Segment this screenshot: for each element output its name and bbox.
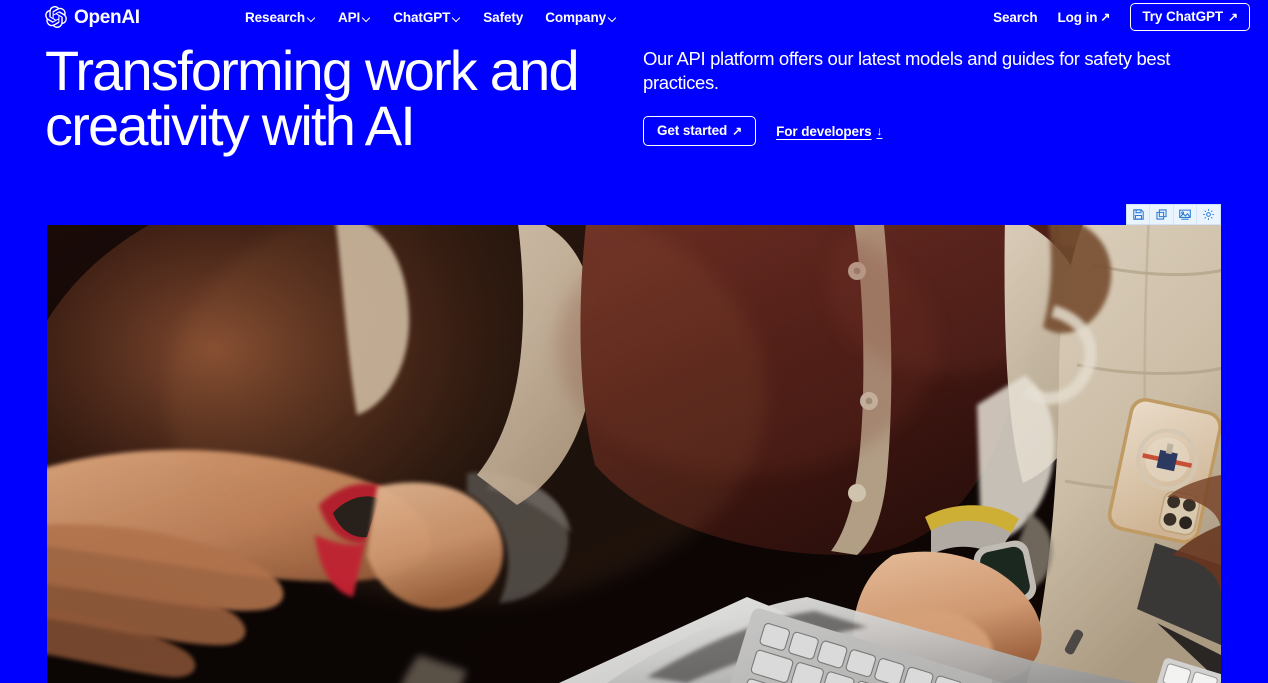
nav-item-chatgpt-label: ChatGPT	[393, 9, 451, 25]
arrow-up-right-icon: ↗	[1228, 9, 1238, 24]
try-chatgpt-label: Try ChatGPT	[1142, 9, 1224, 24]
gear-settings-icon	[1202, 208, 1215, 221]
openai-blossom-logo-icon	[45, 6, 67, 28]
arrow-up-right-icon: ↗	[1100, 10, 1111, 24]
hero-section: Transforming work and creativity with AI…	[0, 34, 1268, 225]
chevron-down-icon	[609, 14, 617, 22]
nav-item-safety[interactable]: Safety	[483, 10, 523, 25]
hero-subheadline: Our API platform offers our latest model…	[643, 48, 1171, 93]
page-title: Transforming work and creativity with AI	[45, 39, 580, 157]
get-started-button[interactable]: Get started ↗	[643, 116, 757, 146]
try-chatgpt-button[interactable]: Try ChatGPT ↗	[1130, 3, 1250, 31]
nav-item-company-label: Company	[545, 9, 607, 25]
nav-item-safety-label: Safety	[483, 9, 524, 25]
save-floppy-icon	[1132, 208, 1145, 221]
browser-extension-toolbar	[1126, 204, 1221, 225]
capture-image-button[interactable]	[1174, 205, 1197, 224]
nav-item-company[interactable]: Company	[545, 10, 617, 25]
hero-right-column: Our API platform offers our latest model…	[643, 47, 1223, 146]
nav-right-actions: Search Log in ↗ Try ChatGPT ↗	[993, 0, 1250, 34]
chevron-down-icon	[363, 14, 371, 22]
search-button[interactable]: Search	[993, 9, 1038, 25]
copy-duplicate-icon	[1155, 208, 1168, 221]
nav-item-api-label: API	[338, 9, 361, 25]
nav-item-research[interactable]: Research	[245, 10, 316, 25]
top-navigation-bar: OpenAI Research API ChatGPT Safety Compa…	[0, 0, 1268, 34]
chevron-down-icon	[453, 14, 461, 22]
for-developers-link[interactable]: For developers ↓	[776, 124, 882, 139]
login-label: Log in	[1057, 9, 1098, 25]
nav-item-research-label: Research	[245, 9, 305, 25]
get-started-label: Get started	[657, 123, 728, 138]
nav-item-api[interactable]: API	[338, 10, 371, 25]
nav-item-chatgpt[interactable]: ChatGPT	[393, 10, 461, 25]
image-capture-icon	[1178, 208, 1192, 221]
for-developers-label: For developers	[776, 123, 872, 139]
arrow-down-icon: ↓	[876, 124, 883, 138]
login-link[interactable]: Log in ↗	[1058, 10, 1111, 25]
hero-photo-illustration	[47, 225, 1221, 683]
chevron-down-icon	[308, 14, 316, 22]
arrow-up-right-icon: ↗	[732, 123, 743, 138]
settings-button[interactable]	[1197, 205, 1220, 224]
primary-nav-links: Research API ChatGPT Safety Company	[245, 0, 617, 34]
openai-brand-home-link[interactable]: OpenAI	[45, 0, 140, 34]
page-root: OpenAI Research API ChatGPT Safety Compa…	[0, 0, 1268, 683]
search-label: Search	[993, 9, 1038, 25]
brand-name-label: OpenAI	[74, 6, 140, 28]
hero-photo	[47, 225, 1221, 683]
hero-cta-row: Get started ↗ For developers ↓	[643, 116, 1223, 146]
save-button[interactable]	[1127, 205, 1151, 224]
copy-button[interactable]	[1150, 205, 1174, 224]
